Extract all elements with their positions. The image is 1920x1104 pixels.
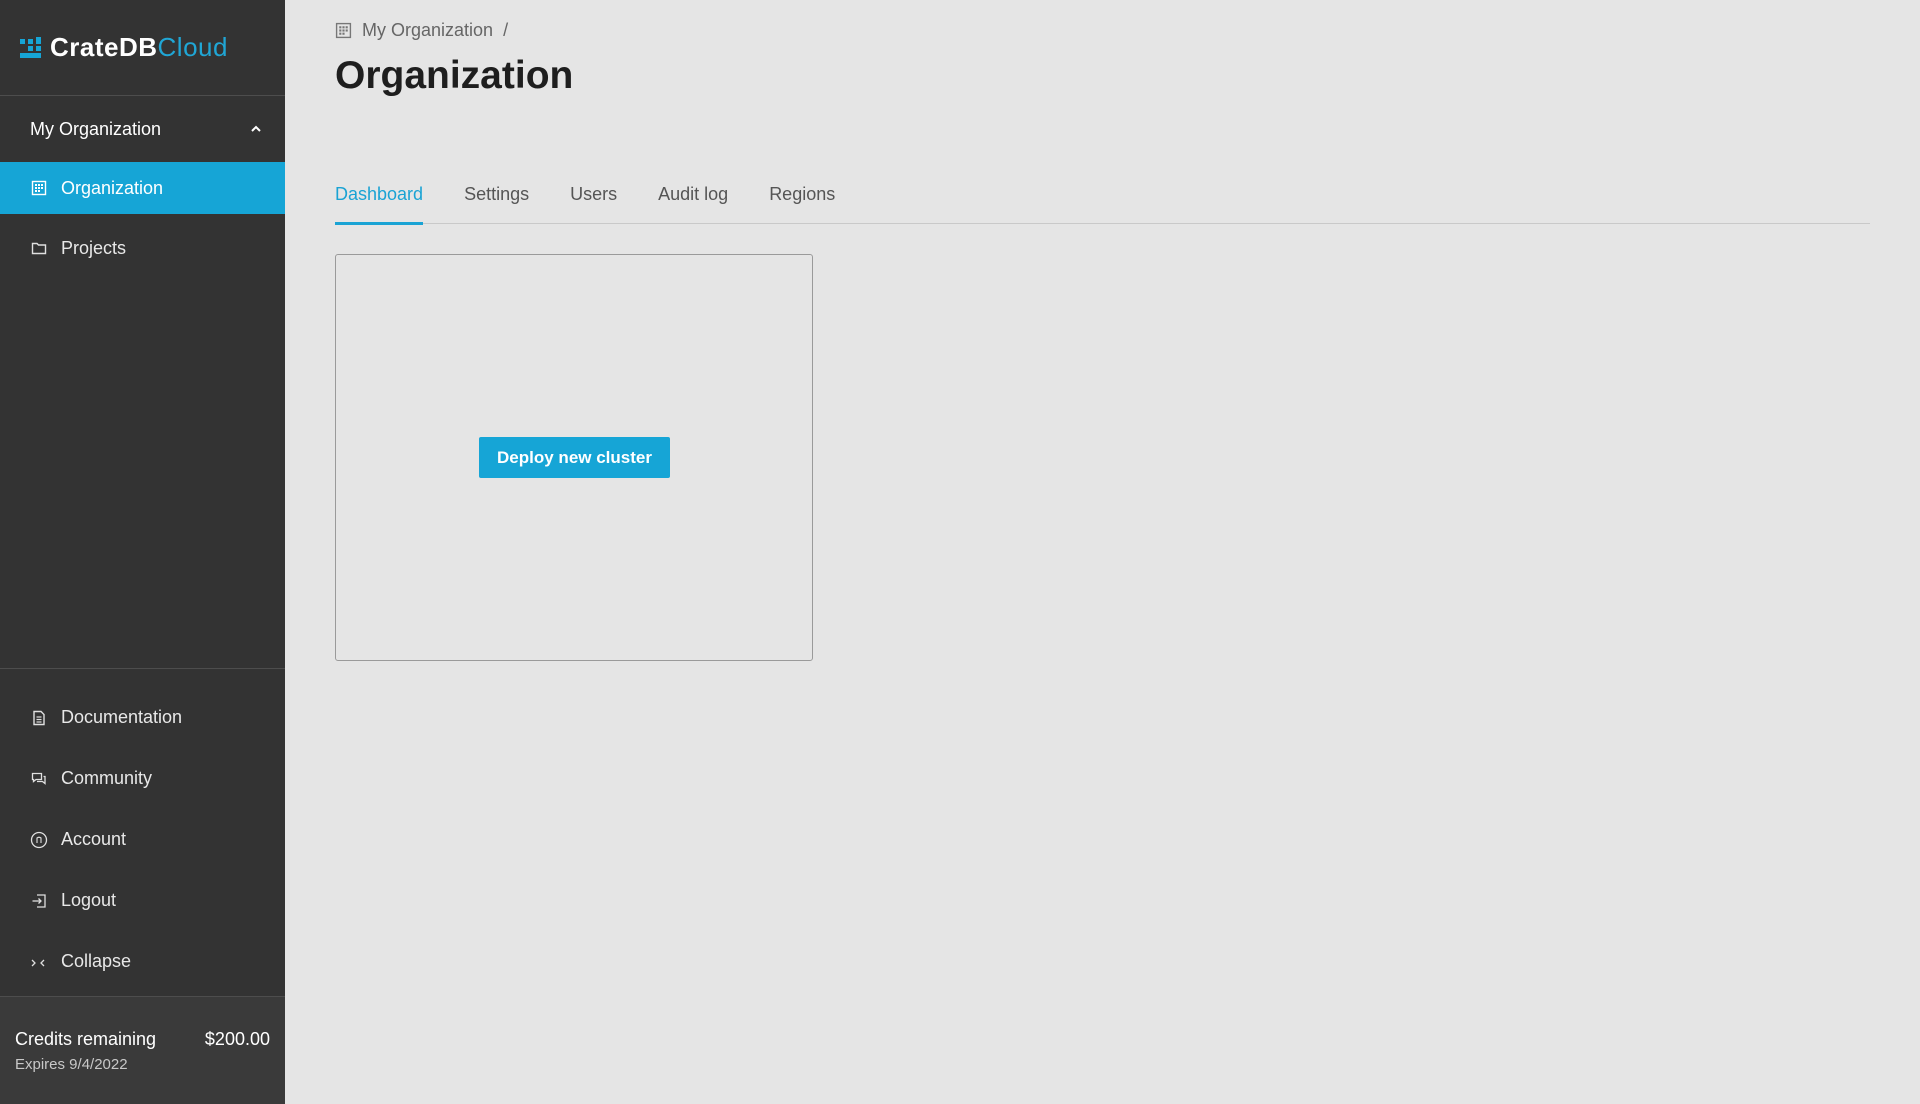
cratedb-logo-icon bbox=[20, 36, 41, 58]
brand-name-part1: CrateDB bbox=[50, 32, 158, 62]
tab-bar: Dashboard Settings Users Audit log Regio… bbox=[335, 180, 1870, 225]
tab-dashboard[interactable]: Dashboard bbox=[335, 180, 424, 225]
credits-expiry: Expires 9/4/2022 bbox=[15, 1056, 128, 1073]
collapse-icon bbox=[30, 953, 48, 971]
deploy-cluster-card: Deploy new cluster bbox=[335, 254, 813, 661]
sidebar-item-organization[interactable]: Organization bbox=[0, 162, 285, 214]
tab-regions[interactable]: Regions bbox=[769, 180, 835, 224]
deploy-new-cluster-button[interactable]: Deploy new cluster bbox=[479, 437, 670, 478]
breadcrumb: My Organization / bbox=[335, 20, 508, 41]
tab-users[interactable]: Users bbox=[570, 180, 617, 224]
building-icon bbox=[335, 22, 352, 39]
credits-amount: $200.00 bbox=[204, 1029, 270, 1049]
credits-label: Credits remaining bbox=[15, 1029, 157, 1049]
sidebar-item-label: Collapse bbox=[61, 951, 132, 971]
sidebar-item-label: Account bbox=[61, 829, 127, 849]
logo[interactable]: CrateDBCloud bbox=[0, 0, 285, 96]
main-content: My Organization / Organization Dashboard… bbox=[285, 0, 1920, 1104]
tab-settings[interactable]: Settings bbox=[464, 180, 529, 224]
sidebar-item-label: Documentation bbox=[61, 707, 183, 727]
sidebar-item-documentation[interactable]: Documentation bbox=[0, 687, 285, 748]
sidebar-item-projects[interactable]: Projects bbox=[0, 222, 285, 274]
document-icon bbox=[30, 709, 48, 727]
tab-audit-log[interactable]: Audit log bbox=[658, 180, 728, 224]
breadcrumb-separator: / bbox=[503, 20, 509, 40]
sidebar-item-logout[interactable]: Logout bbox=[0, 870, 285, 931]
sidebar-item-collapse[interactable]: Collapse bbox=[0, 931, 285, 992]
sidebar: CrateDBCloud My Organization Organizatio… bbox=[0, 0, 285, 1104]
breadcrumb-item[interactable]: My Organization bbox=[362, 20, 493, 41]
building-icon bbox=[30, 179, 48, 197]
chevron-up-icon bbox=[251, 125, 261, 132]
org-selector-label: My Organization bbox=[30, 118, 162, 139]
chat-icon bbox=[30, 770, 48, 788]
account-icon bbox=[30, 831, 48, 849]
logout-icon bbox=[30, 892, 48, 910]
brand-name: CrateDBCloud bbox=[50, 32, 228, 63]
brand-name-part2: Cloud bbox=[157, 32, 228, 62]
folder-icon bbox=[30, 239, 48, 257]
org-selector[interactable]: My Organization bbox=[0, 96, 285, 162]
page-title: Organization bbox=[335, 54, 574, 97]
sidebar-item-community[interactable]: Community bbox=[0, 748, 285, 809]
sidebar-item-account[interactable]: Account bbox=[0, 809, 285, 870]
credits-panel: Credits remaining $200.00 Expires 9/4/20… bbox=[0, 996, 285, 1104]
sidebar-bottom-nav: Documentation Community Account Logout C… bbox=[0, 668, 285, 992]
sidebar-item-label: Community bbox=[61, 768, 153, 788]
sidebar-item-label: Logout bbox=[61, 890, 117, 910]
sidebar-item-label: Projects bbox=[61, 237, 127, 258]
sidebar-item-label: Organization bbox=[61, 177, 164, 198]
